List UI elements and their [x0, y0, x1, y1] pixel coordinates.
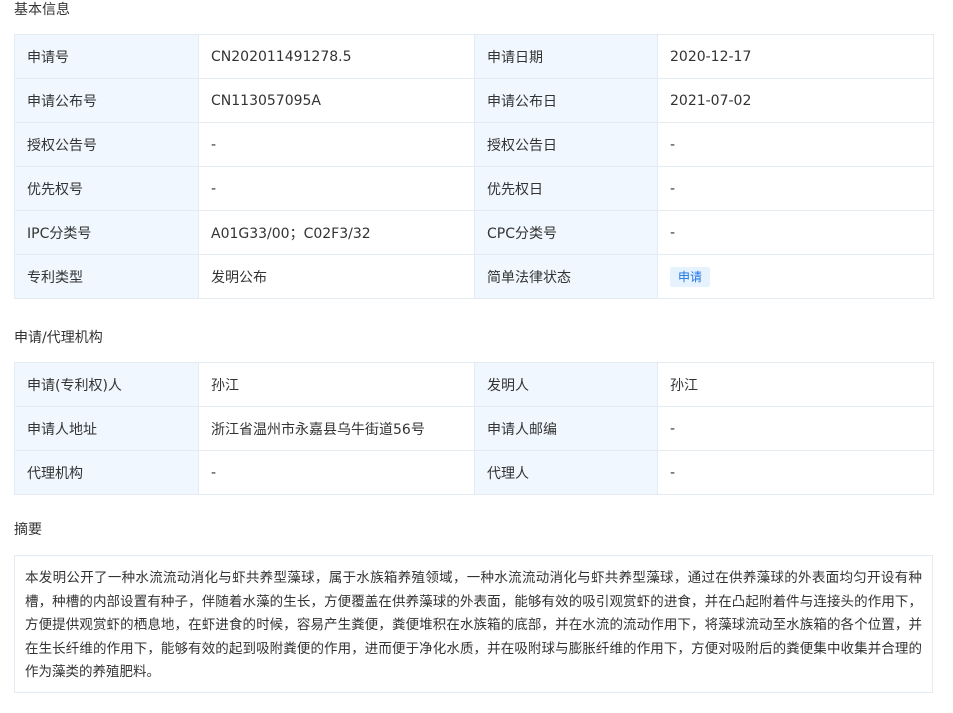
section-title-agency: 申请/代理机构 — [14, 330, 103, 346]
field-label: 授权公告日 — [474, 122, 658, 167]
field-value: - — [657, 166, 934, 211]
table-row: IPC分类号 A01G33/00；C02F3/32 CPC分类号 - — [14, 210, 934, 255]
field-label: 代理人 — [474, 450, 658, 495]
field-value: - — [198, 450, 475, 495]
table-row: 专利类型 发明公布 简单法律状态 申请 — [14, 254, 934, 299]
table-row: 优先权号 - 优先权日 - — [14, 166, 934, 211]
field-label: 优先权日 — [474, 166, 658, 211]
field-label: 申请公布日 — [474, 78, 658, 123]
table-row: 代理机构 - 代理人 - — [14, 450, 934, 495]
basic-info-table: 申请号 CN202011491278.5 申请日期 2020-12-17 申请公… — [14, 34, 934, 299]
field-label: IPC分类号 — [14, 210, 199, 255]
section-title-abstract: 摘要 — [14, 522, 42, 538]
section-title-basic-info: 基本信息 — [14, 2, 70, 18]
field-value: - — [198, 166, 475, 211]
field-value: CN113057095A — [198, 78, 475, 123]
field-value: - — [657, 450, 934, 495]
agency-info-table: 申请(专利权)人 孙江 发明人 孙江 申请人地址 浙江省温州市永嘉县乌牛街道56… — [14, 362, 934, 495]
field-value: 孙江 — [198, 362, 475, 407]
table-row: 申请号 CN202011491278.5 申请日期 2020-12-17 — [14, 34, 934, 79]
field-label: 发明人 — [474, 362, 658, 407]
field-value: - — [198, 122, 475, 167]
field-label: 申请人地址 — [14, 406, 199, 451]
table-row: 授权公告号 - 授权公告日 - — [14, 122, 934, 167]
field-label: 申请日期 — [474, 34, 658, 79]
table-row: 申请(专利权)人 孙江 发明人 孙江 — [14, 362, 934, 407]
abstract-text: 本发明公开了一种水流流动消化与虾共养型藻球，属于水族箱养殖领域，一种水流流动消化… — [14, 555, 933, 693]
field-label: 申请号 — [14, 34, 199, 79]
field-value: 浙江省温州市永嘉县乌牛街道56号 — [198, 406, 475, 451]
field-label: 代理机构 — [14, 450, 199, 495]
field-label: 优先权号 — [14, 166, 199, 211]
field-value: 申请 — [657, 254, 934, 299]
field-label: CPC分类号 — [474, 210, 658, 255]
field-label: 申请(专利权)人 — [14, 362, 199, 407]
field-value: CN202011491278.5 — [198, 34, 475, 79]
field-label: 申请公布号 — [14, 78, 199, 123]
field-value: 2020-12-17 — [657, 34, 934, 79]
field-label: 授权公告号 — [14, 122, 199, 167]
field-label: 简单法律状态 — [474, 254, 658, 299]
field-label: 专利类型 — [14, 254, 199, 299]
table-row: 申请人地址 浙江省温州市永嘉县乌牛街道56号 申请人邮编 - — [14, 406, 934, 451]
field-value: - — [657, 210, 934, 255]
field-value: A01G33/00；C02F3/32 — [198, 210, 475, 255]
field-value: 孙江 — [657, 362, 934, 407]
field-label: 申请人邮编 — [474, 406, 658, 451]
field-value: 发明公布 — [198, 254, 475, 299]
field-value: - — [657, 406, 934, 451]
field-value: - — [657, 122, 934, 167]
table-row: 申请公布号 CN113057095A 申请公布日 2021-07-02 — [14, 78, 934, 123]
field-value: 2021-07-02 — [657, 78, 934, 123]
status-badge: 申请 — [670, 266, 711, 287]
